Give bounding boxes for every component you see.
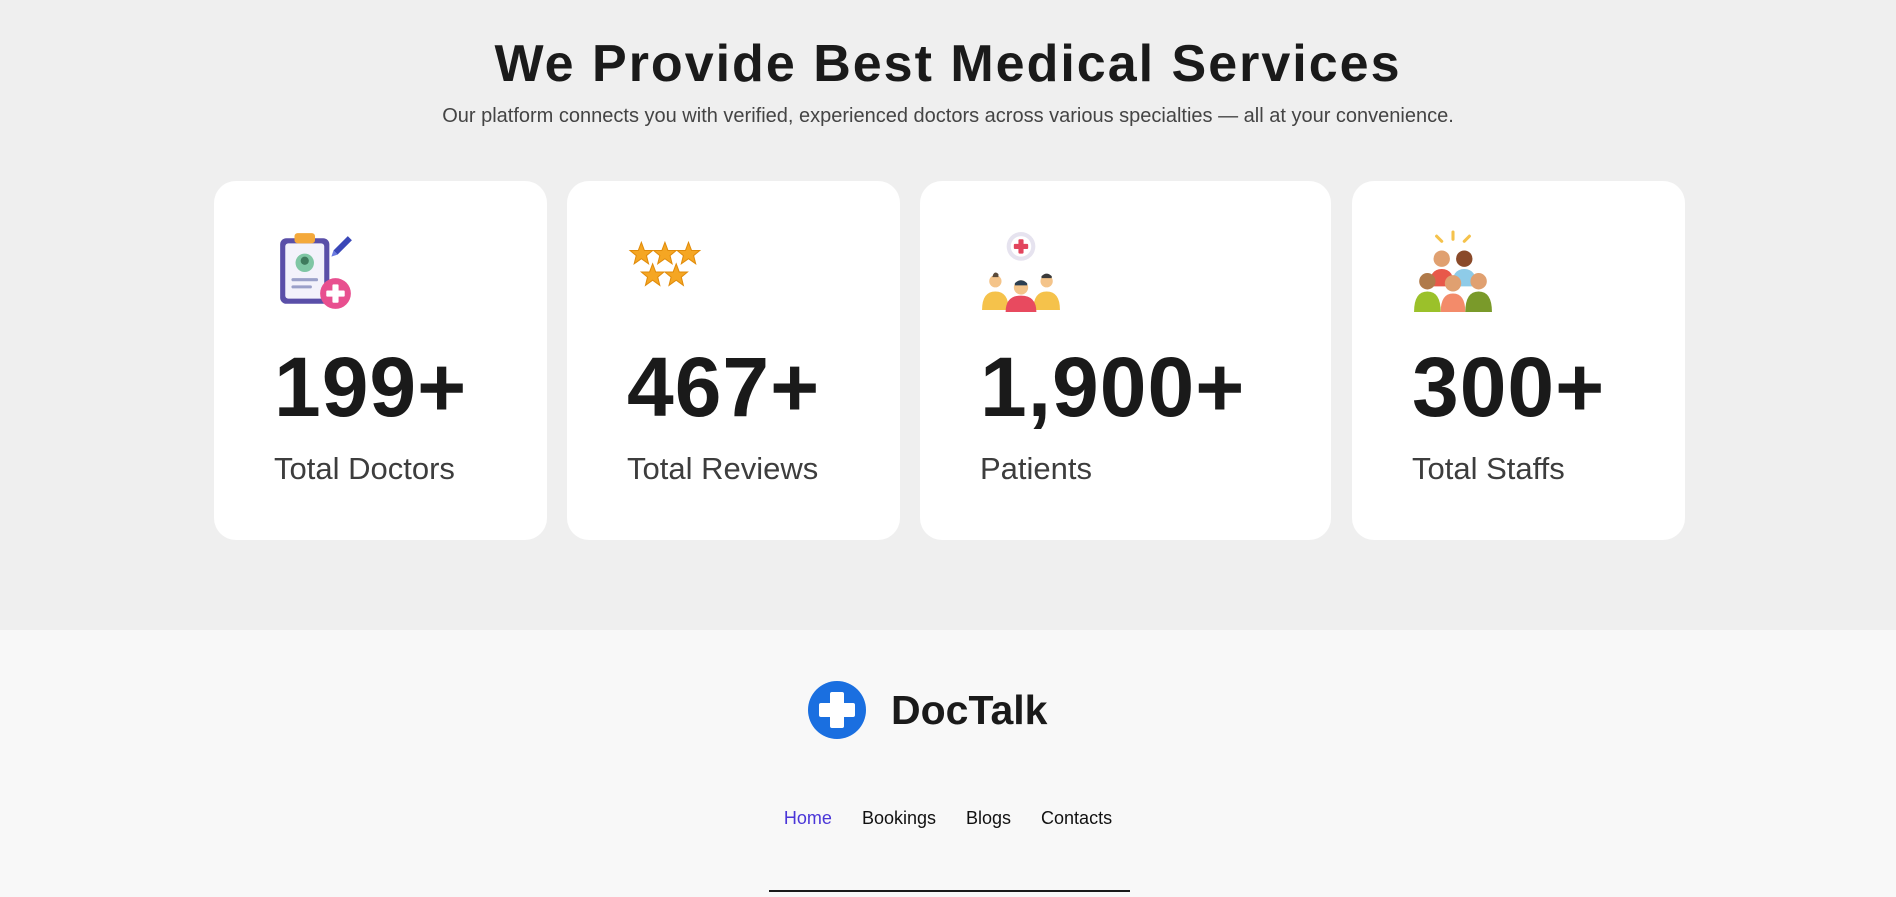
stat-number: 300+ bbox=[1412, 340, 1606, 434]
stat-number: 1,900+ bbox=[980, 340, 1246, 434]
stat-card-patients: 1,900+ Patients bbox=[920, 181, 1331, 540]
stat-label: Total Reviews bbox=[627, 451, 819, 486]
brand[interactable]: DocTalk bbox=[808, 680, 1047, 740]
nav-link-contacts[interactable]: Contacts bbox=[1041, 808, 1112, 829]
stat-number: 199+ bbox=[274, 340, 468, 434]
medical-cross-logo-icon bbox=[808, 681, 866, 739]
footer-nav: Home Bookings Blogs Contacts bbox=[0, 808, 1896, 829]
stat-card-doctors: 199+ Total Doctors bbox=[214, 181, 547, 540]
brand-name: DocTalk bbox=[891, 686, 1048, 733]
stat-card-reviews: 467+ Total Reviews bbox=[567, 181, 900, 540]
nav-link-blogs[interactable]: Blogs bbox=[966, 808, 1011, 829]
section-title: We Provide Best Medical Services bbox=[494, 35, 1402, 93]
stats-section: We Provide Best Medical Services Our pla… bbox=[0, 0, 1896, 630]
stat-label: Total Staffs bbox=[1412, 451, 1565, 486]
doctor-clipboard-icon bbox=[280, 233, 352, 309]
nav-link-bookings[interactable]: Bookings bbox=[862, 808, 936, 829]
stat-label: Patients bbox=[980, 451, 1093, 486]
star-rating-icon bbox=[628, 240, 702, 287]
section-subtitle: Our platform connects you with verified,… bbox=[442, 105, 1454, 127]
footer: DocTalk Home Bookings Blogs Contacts bbox=[0, 630, 1896, 897]
stat-number: 467+ bbox=[627, 340, 821, 434]
stat-label: Total Doctors bbox=[274, 451, 455, 486]
stat-card-staffs: 300+ Total Staffs bbox=[1352, 181, 1685, 540]
patients-group-icon bbox=[982, 232, 1060, 312]
staff-team-icon bbox=[1414, 230, 1492, 312]
nav-link-home[interactable]: Home bbox=[784, 808, 832, 829]
footer-divider bbox=[769, 890, 1130, 892]
